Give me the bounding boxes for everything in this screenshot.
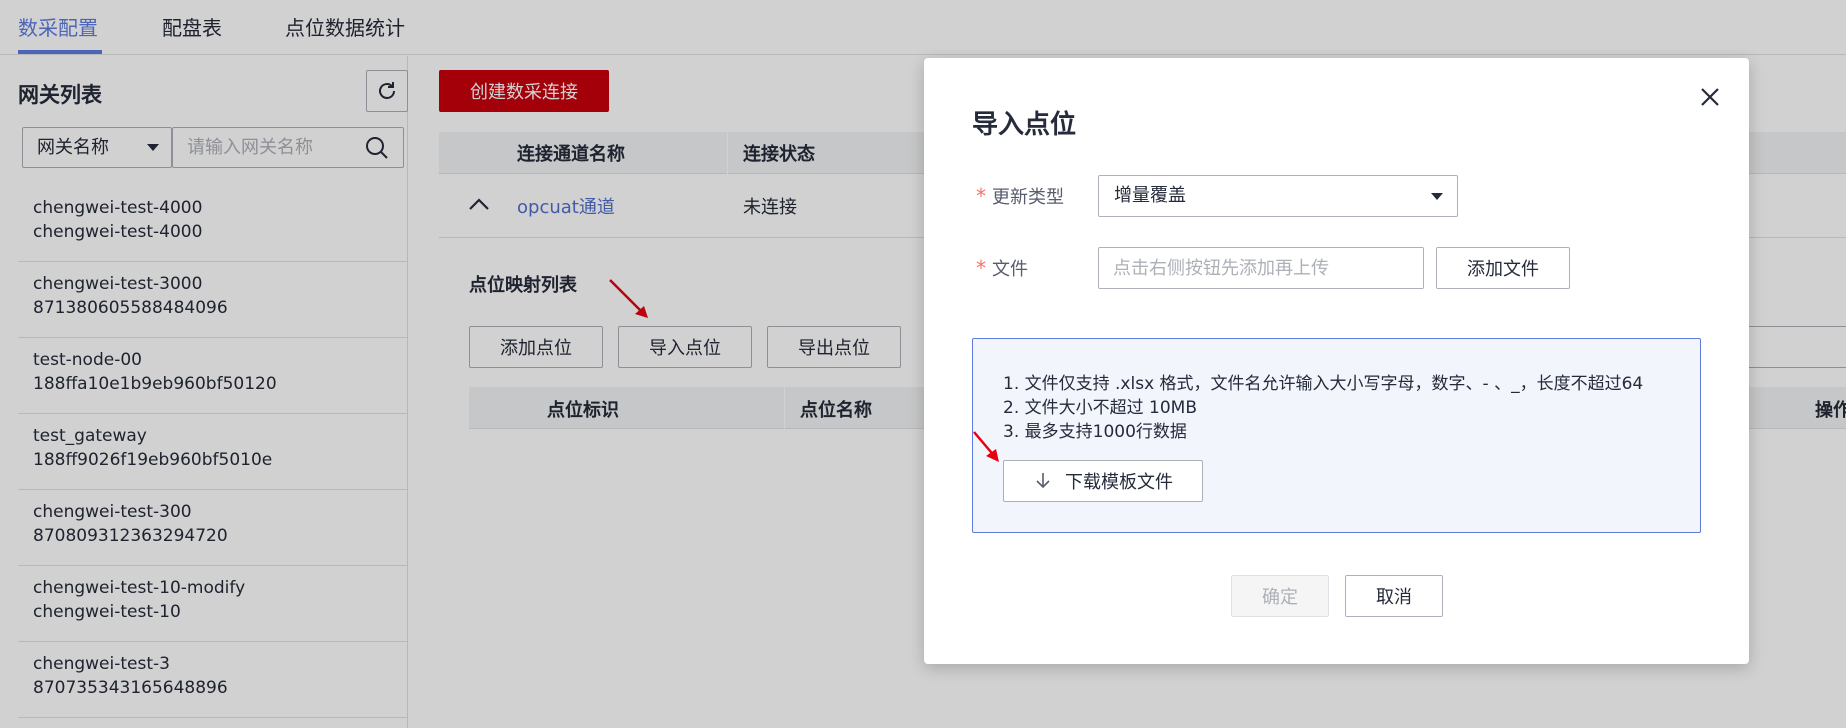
caret-down-icon [1431,193,1443,200]
tip-size: 2. 文件大小不超过 10MB [1003,398,1197,418]
file-label: * 文件 [976,256,1028,280]
dialog-title: 导入点位 [972,110,1077,140]
add-file-button[interactable]: 添加文件 [1436,247,1570,289]
cancel-button[interactable]: 取消 [1345,575,1443,617]
close-icon[interactable] [1699,86,1721,108]
update-type-select[interactable]: 增量覆盖 [1098,175,1458,217]
update-type-value: 增量覆盖 [1114,185,1186,206]
download-template-button[interactable]: 下载模板文件 [1003,460,1203,502]
download-template-label: 下载模板文件 [1065,472,1173,493]
tip-format: 1. 文件仅支持 .xlsx 格式，文件名允许输入大小写字母，数字、- 、_，长… [1003,374,1644,394]
tip-rows: 3. 最多支持1000行数据 [1003,422,1187,442]
file-input[interactable] [1098,247,1424,289]
required-asterisk: * [976,256,986,280]
confirm-button[interactable]: 确定 [1231,575,1329,617]
required-asterisk: * [976,184,986,208]
update-type-label: * 更新类型 [976,184,1064,208]
download-icon [1036,473,1050,489]
